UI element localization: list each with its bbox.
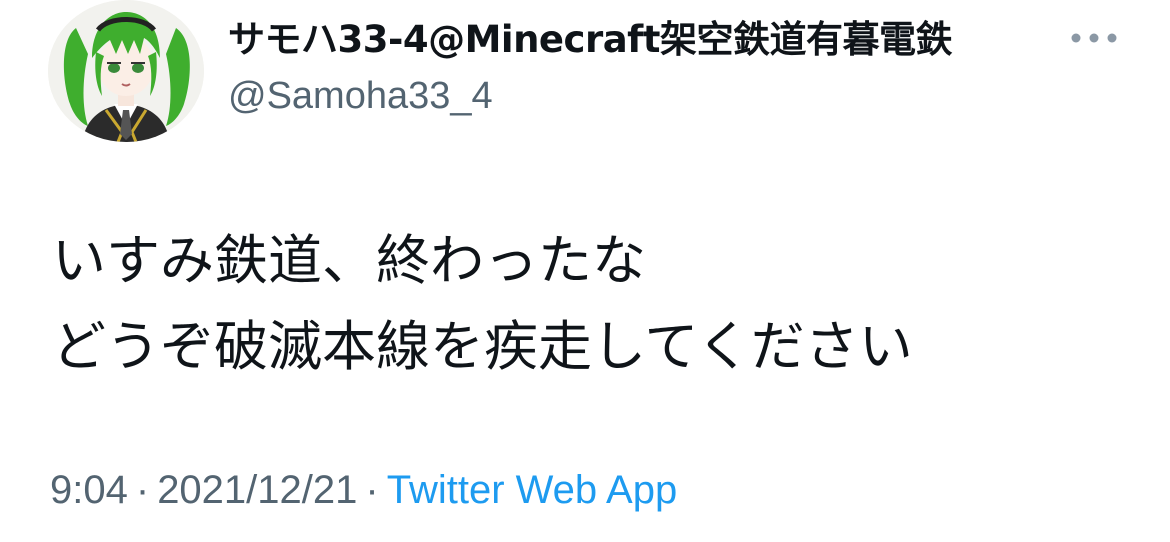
tweet-line: いすみ鉄道、終わったな	[52, 229, 646, 292]
tweet-date[interactable]: 2021/12/21	[157, 468, 357, 512]
anime-avatar-icon	[48, 0, 204, 142]
tweet-meta: 9:04 · 2021/12/21 · Twitter Web App	[50, 464, 677, 516]
more-horizontal-icon	[1071, 33, 1117, 43]
meta-separator: ·	[135, 468, 150, 512]
tweet-source-link[interactable]: Twitter Web App	[387, 468, 678, 512]
avatar[interactable]	[48, 0, 204, 142]
user-handle[interactable]: @Samoha33_4	[228, 72, 493, 120]
display-name[interactable]: サモハ33-4@Minecraft架空鉄道有暮電鉄	[228, 16, 952, 64]
tweet-time[interactable]: 9:04	[50, 468, 128, 512]
tweet-line: どうぞ破滅本線を疾走してください	[52, 315, 913, 378]
tweet-text: いすみ鉄道、終わったな どうぞ破滅本線を疾走してください	[52, 218, 913, 390]
more-button[interactable]	[1068, 20, 1120, 56]
meta-separator: ·	[365, 468, 379, 512]
